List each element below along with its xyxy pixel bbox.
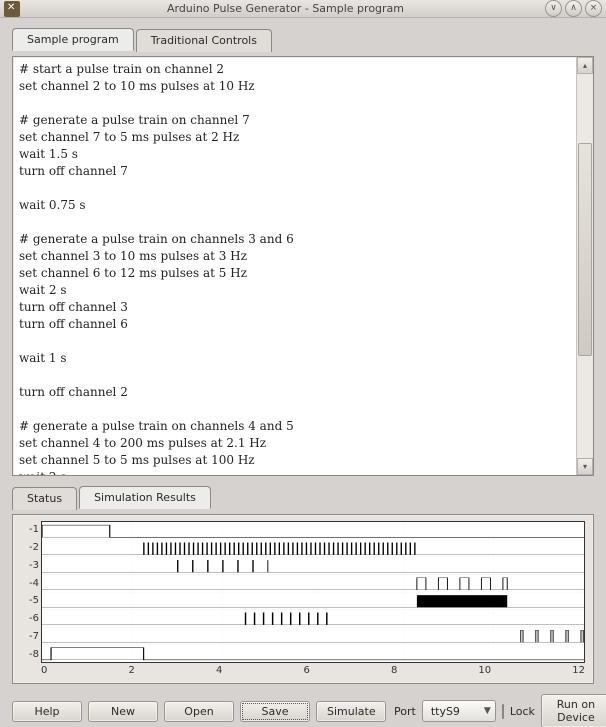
tab-traditional-controls[interactable]: Traditional Controls bbox=[136, 29, 272, 52]
minimize-button[interactable]: ∨ bbox=[545, 0, 562, 17]
tab-sample-program[interactable]: Sample program bbox=[12, 28, 134, 51]
help-button[interactable]: Help bbox=[12, 701, 82, 722]
close-icon: × bbox=[590, 4, 598, 13]
x-tick-label: 4 bbox=[216, 665, 222, 681]
button-label: Help bbox=[34, 705, 59, 718]
maximize-button[interactable]: ∧ bbox=[565, 0, 582, 17]
x-tick-label: 12 bbox=[572, 665, 585, 681]
simulation-panel: -1 -2 -3 -4 -5 -6 -7 -8 0 2 4 6 8 10 12 bbox=[12, 514, 594, 684]
save-button[interactable]: Save bbox=[240, 701, 310, 722]
y-tick-label: -6 bbox=[17, 613, 39, 624]
y-tick-label: -8 bbox=[17, 649, 39, 660]
simulation-chart bbox=[41, 521, 585, 663]
button-label: Simulate bbox=[327, 705, 376, 718]
x-tick-label: 10 bbox=[478, 665, 491, 681]
lock-checkbox[interactable] bbox=[502, 704, 504, 719]
x-tick-label: 2 bbox=[128, 665, 134, 681]
button-label: New bbox=[111, 705, 135, 718]
tab-status[interactable]: Status bbox=[12, 487, 77, 510]
y-tick-label: -2 bbox=[17, 542, 39, 553]
new-button[interactable]: New bbox=[88, 701, 158, 722]
x-tick-label: 0 bbox=[41, 665, 47, 681]
content-area: Sample program Traditional Controls # st… bbox=[0, 18, 606, 727]
run-on-device-button[interactable]: Run on Device bbox=[541, 694, 606, 727]
close-button[interactable]: × bbox=[585, 0, 602, 17]
scroll-thumb[interactable] bbox=[578, 143, 592, 356]
chart-y-labels: -1 -2 -3 -4 -5 -6 -7 -8 bbox=[17, 521, 39, 663]
minimize-icon: ∨ bbox=[550, 4, 557, 13]
tab-label: Simulation Results bbox=[94, 491, 196, 504]
y-tick-label: -1 bbox=[17, 524, 39, 535]
chevron-down-icon: ▼ bbox=[484, 706, 491, 716]
button-row: Help New Open Save Simulate Port ttyS9 ▼… bbox=[12, 690, 594, 727]
scroll-up-button[interactable]: ▴ bbox=[577, 57, 593, 74]
tab-label: Sample program bbox=[27, 33, 119, 46]
maximize-icon: ∧ bbox=[570, 4, 577, 13]
tab-label: Traditional Controls bbox=[151, 34, 257, 47]
y-tick-label: -4 bbox=[17, 578, 39, 589]
button-label: Run on Device bbox=[557, 698, 595, 724]
scroll-track[interactable] bbox=[577, 74, 593, 458]
y-tick-label: -3 bbox=[17, 560, 39, 571]
y-tick-label: -7 bbox=[17, 631, 39, 642]
editor-scrollbar[interactable]: ▴ ▾ bbox=[576, 57, 593, 475]
app-icon bbox=[4, 1, 20, 17]
chart-x-labels: 0 2 4 6 8 10 12 bbox=[41, 665, 585, 681]
window-buttons: ∨ ∧ × bbox=[545, 0, 602, 17]
button-label: Open bbox=[184, 705, 213, 718]
main-window: Arduino Pulse Generator - Sample program… bbox=[0, 0, 606, 727]
titlebar: Arduino Pulse Generator - Sample program… bbox=[0, 0, 606, 18]
editor-panel: # start a pulse train on channel 2 set c… bbox=[12, 56, 594, 476]
window-title: Arduino Pulse Generator - Sample program bbox=[26, 2, 545, 15]
open-button[interactable]: Open bbox=[164, 701, 234, 722]
port-select[interactable]: ttyS9 ▼ bbox=[422, 700, 496, 722]
port-value: ttyS9 bbox=[431, 705, 460, 718]
tab-label: Status bbox=[27, 492, 62, 505]
x-tick-label: 8 bbox=[391, 665, 397, 681]
simulate-button[interactable]: Simulate bbox=[316, 701, 386, 722]
tab-simulation-results[interactable]: Simulation Results bbox=[79, 486, 211, 509]
x-tick-label: 6 bbox=[303, 665, 309, 681]
lower-tabs: Status Simulation Results bbox=[12, 486, 594, 509]
y-tick-label: -5 bbox=[17, 595, 39, 606]
lock-label: Lock bbox=[510, 705, 535, 718]
button-label: Save bbox=[261, 705, 288, 718]
code-editor[interactable]: # start a pulse train on channel 2 set c… bbox=[13, 57, 577, 475]
scroll-down-button[interactable]: ▾ bbox=[577, 458, 593, 475]
top-tabs: Sample program Traditional Controls bbox=[12, 28, 594, 51]
port-label: Port bbox=[394, 705, 416, 718]
